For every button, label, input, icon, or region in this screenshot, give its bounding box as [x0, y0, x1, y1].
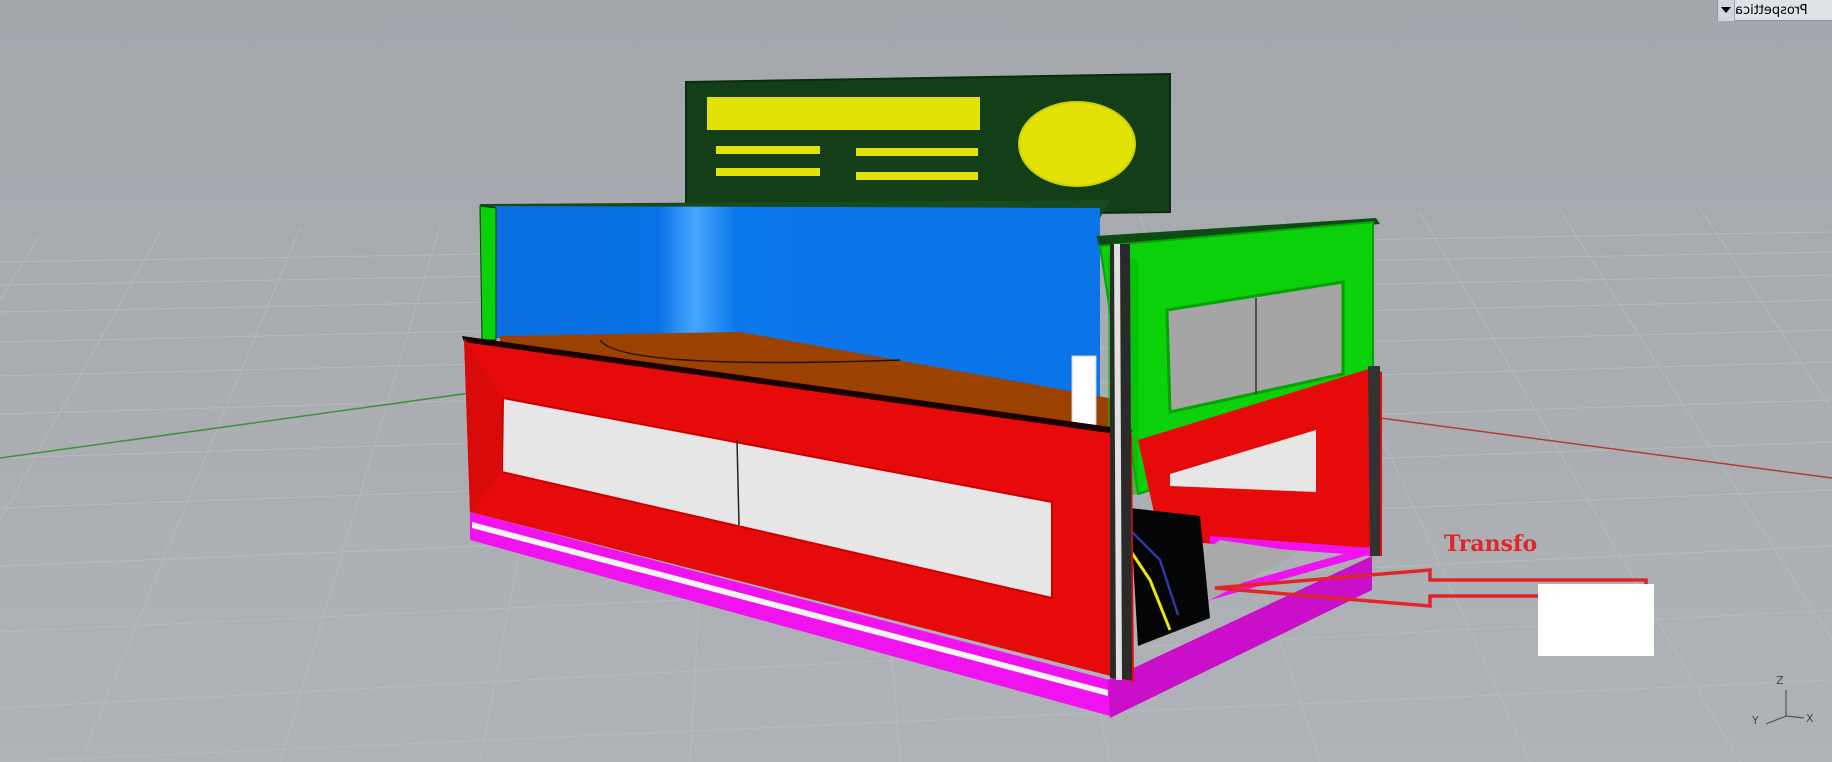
sign-panel[interactable]	[685, 72, 1171, 220]
annotation-white-box	[1538, 584, 1654, 656]
scene-canvas[interactable]: Transfo Z Y X	[0, 0, 1832, 762]
viewport-title-tab[interactable]: Prospettica	[1717, 0, 1832, 21]
viewport-title: Prospettica	[1735, 2, 1808, 18]
axis-z-label: Z	[1776, 674, 1784, 687]
axis-x-label: X	[1806, 712, 1814, 725]
left-green-post	[479, 205, 497, 341]
annotation-label: Transfo	[1444, 531, 1537, 557]
axis-triad	[1765, 690, 1805, 725]
axis-y-label: Y	[1751, 714, 1759, 727]
triangle-down-icon[interactable]	[1718, 0, 1735, 21]
3d-viewport[interactable]: Transfo Z Y X Prospettica	[0, 0, 1832, 762]
world-axis-x	[1379, 417, 1832, 479]
world-axis-y	[0, 392, 471, 459]
